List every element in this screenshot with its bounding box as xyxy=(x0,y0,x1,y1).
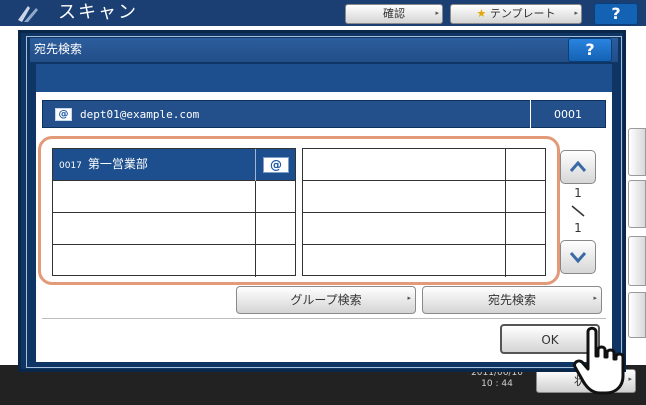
selected-email: dept01@example.com xyxy=(80,108,200,121)
side-button[interactable] xyxy=(628,180,646,228)
address-list-left: 0017 第一営業部 @ xyxy=(52,148,296,277)
selected-address-number: 0001 xyxy=(554,108,582,121)
star-icon: ★ xyxy=(476,7,487,20)
group-search-button[interactable]: グループ検索 ▸ xyxy=(236,286,416,314)
chevron-down-icon xyxy=(569,252,587,264)
dialog-title: 宛先検索 xyxy=(34,42,83,56)
side-button[interactable] xyxy=(628,292,646,338)
chevron-up-icon xyxy=(569,160,587,172)
scan-app-icon xyxy=(18,6,38,22)
template-button[interactable]: ★ テンプレート ▸ xyxy=(450,4,582,24)
app-title: スキャン xyxy=(58,2,138,23)
dialog-band xyxy=(36,64,612,92)
corner-arrow-icon: ▸ xyxy=(574,9,578,17)
address-list-right xyxy=(302,148,546,277)
list-item[interactable] xyxy=(53,181,295,213)
ok-button-label: OK xyxy=(541,333,559,347)
divider xyxy=(505,181,506,213)
scroll-up-button[interactable] xyxy=(560,150,596,184)
dialog-titlebar xyxy=(30,38,618,62)
corner-arrow-icon: ▸ xyxy=(407,294,411,302)
help-button[interactable]: ? xyxy=(594,3,638,25)
divider xyxy=(530,100,531,128)
divider xyxy=(505,245,506,277)
list-item[interactable]: 0017 第一営業部 @ xyxy=(53,149,295,181)
email-at-icon: @ xyxy=(55,108,72,121)
scroll-down-button[interactable] xyxy=(560,240,596,274)
list-item[interactable] xyxy=(303,213,545,245)
dialog-help-button[interactable]: ? xyxy=(568,38,612,62)
list-item[interactable] xyxy=(303,245,545,277)
divider xyxy=(505,149,506,181)
divider xyxy=(505,213,506,245)
list-item[interactable] xyxy=(53,245,295,277)
divider xyxy=(255,213,256,245)
address-search-label: 宛先検索 xyxy=(487,293,536,307)
corner-arrow-icon: ▸ xyxy=(593,294,597,302)
confirm-button[interactable]: 確認 ▸ xyxy=(345,4,443,24)
divider xyxy=(42,318,606,319)
side-button[interactable] xyxy=(628,236,646,286)
confirm-button-label: 確認 xyxy=(383,7,405,20)
divider xyxy=(255,245,256,277)
list-item[interactable] xyxy=(303,149,545,181)
group-search-label: グループ検索 xyxy=(290,293,362,307)
list-item-name: 第一営業部 xyxy=(87,157,148,171)
list-item[interactable] xyxy=(53,213,295,245)
page-total: 1 xyxy=(574,221,582,235)
divider xyxy=(255,181,256,213)
list-item[interactable] xyxy=(303,181,545,213)
corner-arrow-icon: ▸ xyxy=(435,9,439,17)
page-current: 1 xyxy=(574,186,582,200)
divider xyxy=(255,149,256,181)
page-separator xyxy=(571,205,585,217)
email-at-icon: @ xyxy=(263,157,289,173)
list-item-number: 0017 xyxy=(59,161,82,171)
side-button[interactable] xyxy=(628,128,646,176)
time-text: 10 : 44 xyxy=(481,379,513,389)
template-button-label: テンプレート xyxy=(489,7,556,20)
hand-pointer-icon xyxy=(573,326,625,395)
address-search-button[interactable]: 宛先検索 ▸ xyxy=(422,286,602,314)
